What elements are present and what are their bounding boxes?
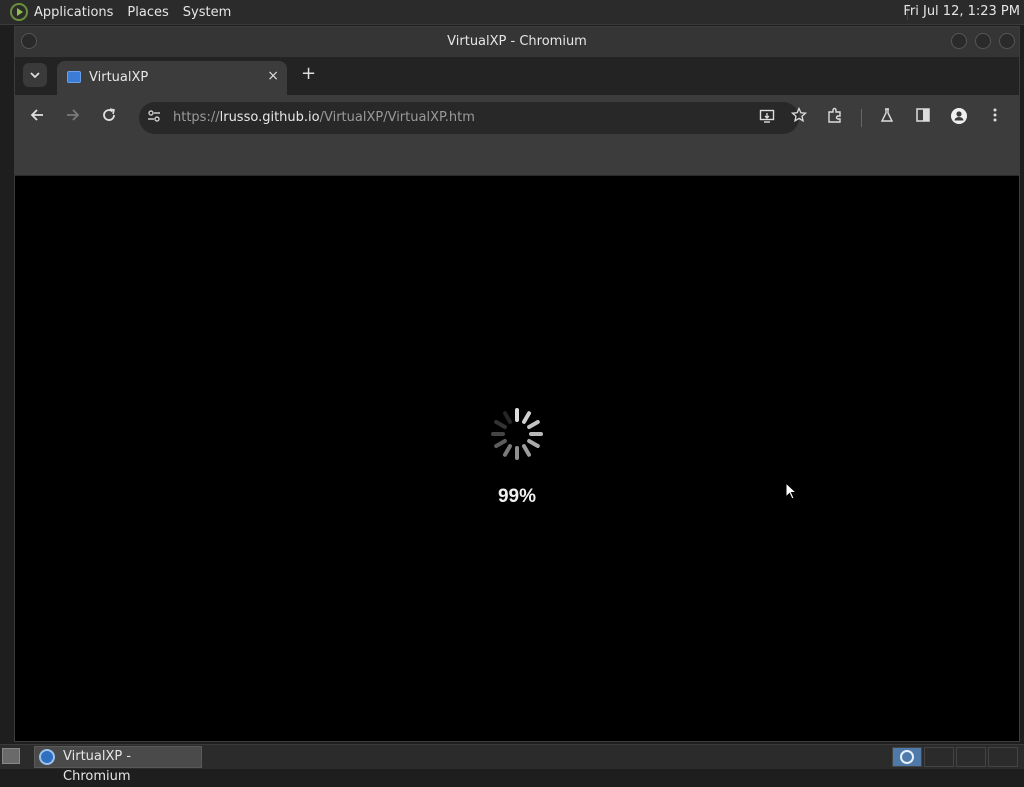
close-window-button[interactable] <box>999 33 1015 49</box>
tab-strip: VirtualXP × + <box>15 57 1019 95</box>
kebab-menu-icon[interactable] <box>985 107 1005 127</box>
profile-icon[interactable] <box>949 107 969 129</box>
arrow-left-icon[interactable] <box>27 107 47 127</box>
window-titlebar[interactable]: VirtualXP - Chromium <box>15 27 1019 57</box>
chevron-down-icon <box>30 71 40 78</box>
url-path: /VirtualXP/VirtualXP.htm <box>319 110 475 125</box>
browser-window: VirtualXP - Chromium VirtualXP × + https… <box>14 26 1020 742</box>
browser-toolbar: https://lrusso.github.io/VirtualXP/Virtu… <box>15 95 1019 141</box>
reload-icon[interactable] <box>99 107 119 127</box>
chromium-icon <box>39 749 55 765</box>
show-desktop-icon[interactable] <box>2 748 20 764</box>
monitor-favicon-icon <box>67 71 81 83</box>
new-tab-button[interactable]: + <box>301 63 316 84</box>
menu-system[interactable]: System <box>183 5 231 20</box>
tab-virtualxp[interactable]: VirtualXP × <box>57 61 287 95</box>
mouse-cursor-icon <box>785 482 798 500</box>
loading-progress-text: 99% <box>497 486 537 507</box>
flask-icon[interactable] <box>877 107 897 127</box>
workspace-4[interactable] <box>988 747 1018 767</box>
maximize-button[interactable] <box>975 33 991 49</box>
top-panel: Applications Places System Fri Jul 12, 1… <box>0 0 1024 25</box>
url-text: https://lrusso.github.io/VirtualXP/Virtu… <box>173 110 475 125</box>
minimize-button[interactable] <box>951 33 967 49</box>
taskbar-item-chromium[interactable]: VirtualXP - Chromium <box>34 746 202 784</box>
tab-search-button[interactable] <box>23 63 47 87</box>
tune-icon[interactable] <box>147 109 161 127</box>
menu-applications[interactable]: Applications <box>34 5 113 20</box>
bookmarks-bar <box>15 141 1019 176</box>
close-tab-icon[interactable]: × <box>267 68 279 84</box>
side-panel-icon[interactable] <box>913 107 933 127</box>
install-app-icon[interactable] <box>759 108 775 128</box>
workspace-1[interactable] <box>892 747 922 767</box>
taskbar-item-label: VirtualXP - Chromium <box>63 749 132 784</box>
panel-clock[interactable]: Fri Jul 12, 1:23 PM <box>903 4 1020 19</box>
menu-places[interactable]: Places <box>127 5 168 20</box>
workspace-3[interactable] <box>956 747 986 767</box>
loading-spinner-icon <box>491 408 543 460</box>
address-bar[interactable]: https://lrusso.github.io/VirtualXP/Virtu… <box>139 102 808 134</box>
window-title: VirtualXP - Chromium <box>447 34 587 49</box>
url-scheme: https:// <box>173 110 220 125</box>
puzzle-icon[interactable] <box>825 107 845 127</box>
toolbar-separator <box>861 109 862 127</box>
window-menu-button[interactable] <box>21 33 37 49</box>
bottom-panel: VirtualXP - Chromium <box>0 744 1024 784</box>
url-host: lrusso.github.io <box>219 110 320 125</box>
star-icon[interactable] <box>790 106 808 127</box>
tab-title: VirtualXP <box>89 70 149 85</box>
panel-menu-logo-icon[interactable] <box>10 3 28 21</box>
workspace-2[interactable] <box>924 747 954 767</box>
arrow-right-icon[interactable] <box>63 107 83 127</box>
page-content[interactable]: 99% <box>15 176 1019 741</box>
